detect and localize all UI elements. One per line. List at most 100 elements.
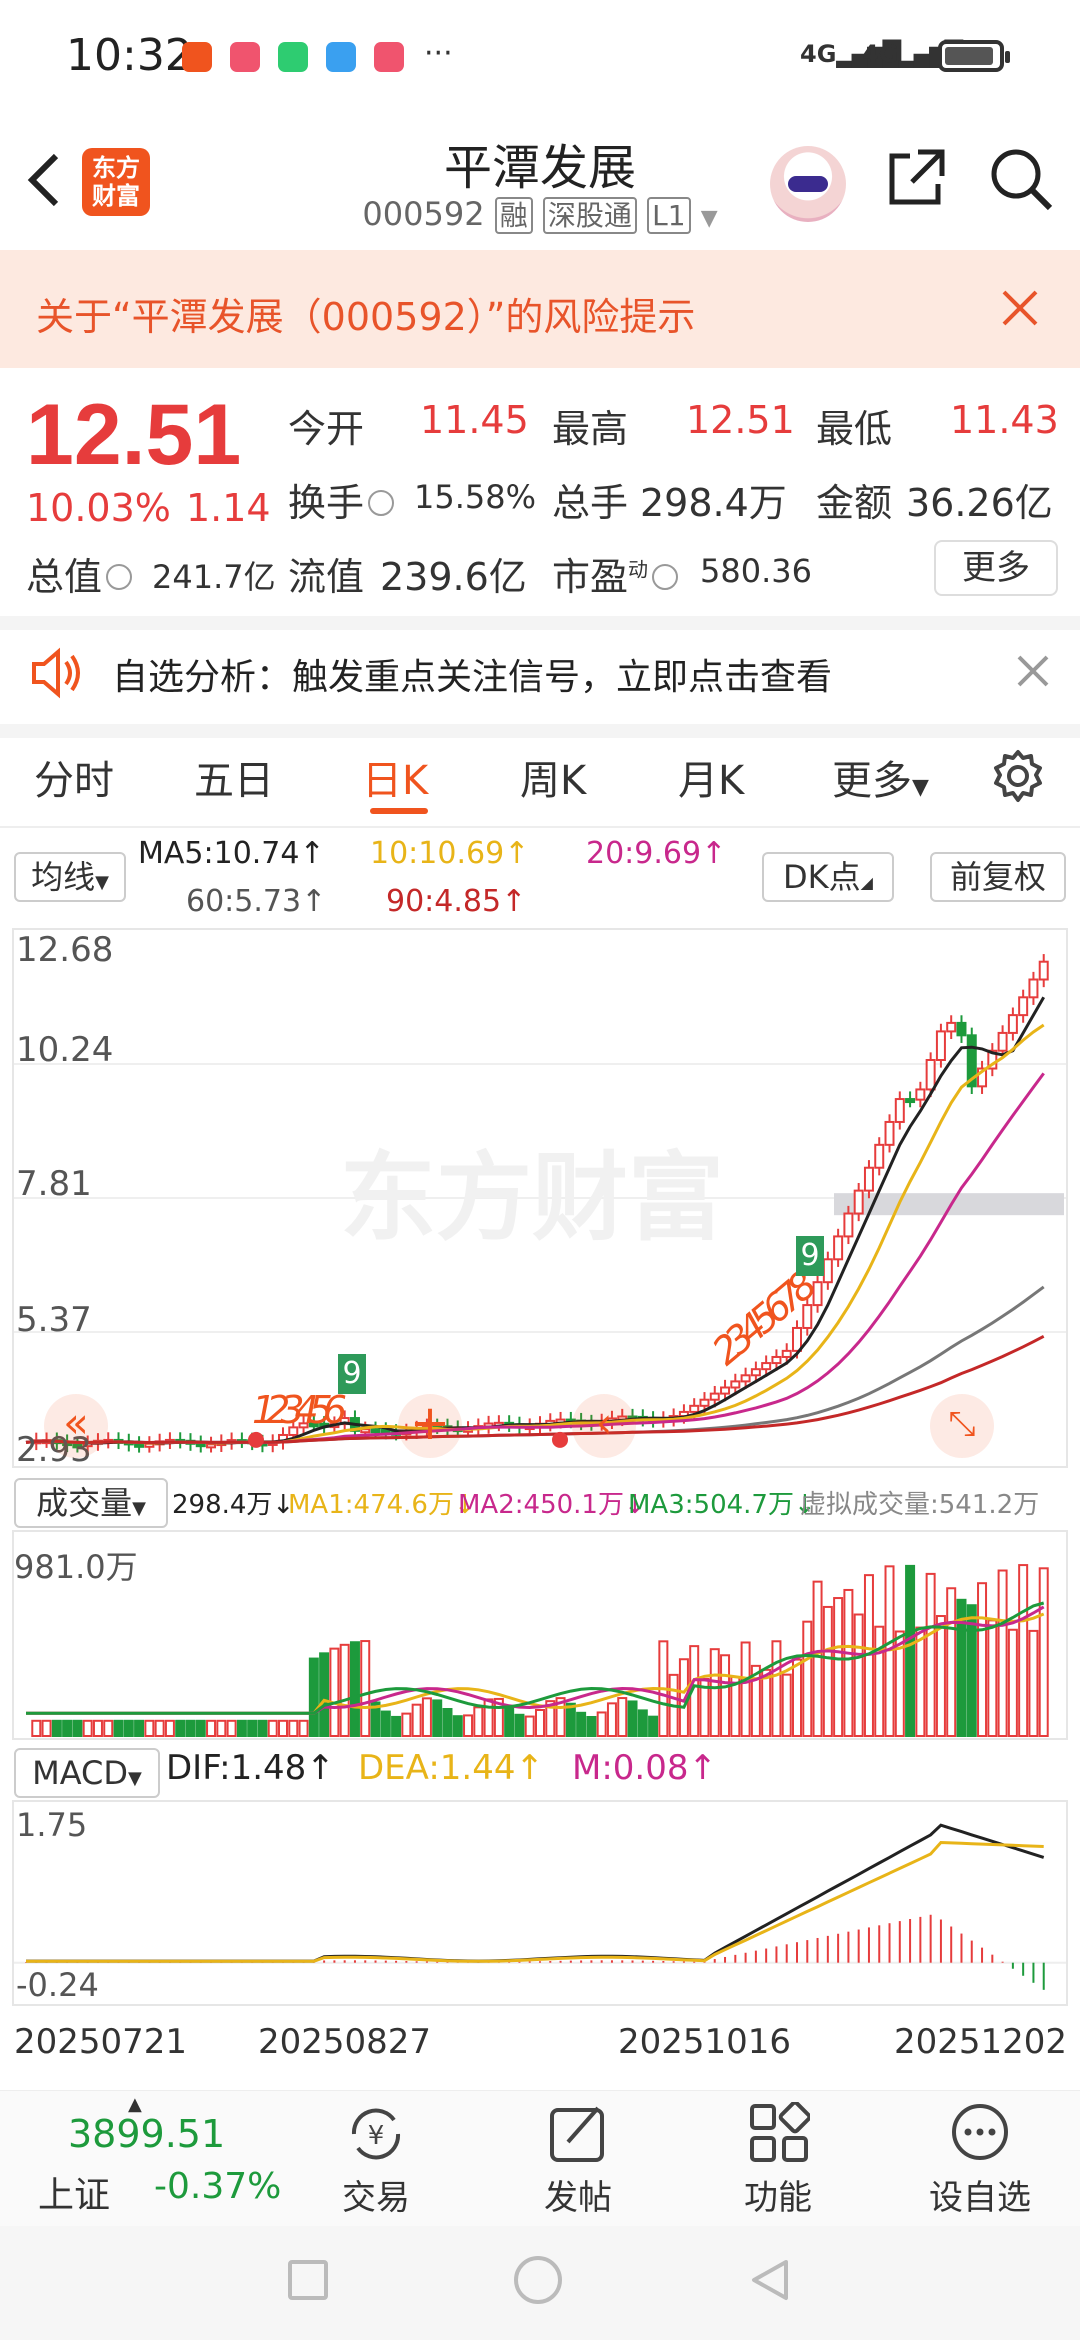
nav-post-label[interactable]: 发帖 (498, 2170, 658, 2219)
notification-icon (374, 42, 404, 72)
close-icon[interactable] (1016, 654, 1050, 688)
trade-icon[interactable]: ¥ (344, 2104, 408, 2164)
volume-bar (391, 1715, 402, 1738)
volume-bar (833, 1597, 844, 1737)
scroll-left-icon[interactable]: « (44, 1394, 108, 1458)
volume-bar (380, 1710, 391, 1737)
index-value[interactable]: 3899.51 (68, 2112, 225, 2156)
volume-bar (740, 1641, 751, 1737)
nav-add-watchlist-label[interactable]: 设自选 (900, 2170, 1060, 2219)
macd-selector[interactable]: MACD▼ (14, 1748, 160, 1798)
share-icon[interactable] (884, 146, 948, 210)
notification-icon (230, 42, 260, 72)
functions-grid-icon[interactable] (748, 2100, 812, 2164)
ma-selector[interactable]: 均线▼ (14, 852, 126, 902)
recent-apps-icon[interactable] (288, 2260, 328, 2300)
tab-more[interactable]: 更多▼ (832, 748, 929, 806)
macd-chart[interactable] (12, 1800, 1068, 2006)
mktcap-label: 总值 (26, 546, 136, 601)
tab-active-indicator (370, 808, 428, 814)
candle-body (894, 1098, 905, 1123)
post-edit-icon[interactable] (546, 2102, 610, 2164)
candle-body (884, 1120, 895, 1146)
tab-intraday[interactable]: 分时 (34, 748, 114, 806)
signal-nine-badge: 9 (796, 1236, 824, 1276)
volume-bar (925, 1572, 936, 1737)
volume-bar (267, 1719, 278, 1738)
buy-point-marker (552, 1431, 568, 1448)
more-button[interactable]: 更多 (934, 540, 1058, 596)
assistant-avatar-icon[interactable] (770, 146, 846, 222)
y-label: 12.68 (16, 930, 114, 970)
more-options-icon[interactable] (948, 2100, 1012, 2164)
candle-body (1038, 960, 1049, 981)
volume-bar (987, 1619, 998, 1737)
close-icon[interactable] (1000, 288, 1040, 328)
y-label: 5.37 (16, 1300, 92, 1340)
volume-bar (905, 1564, 916, 1737)
volume-bar (504, 1705, 515, 1737)
tag-level: L1 (647, 197, 691, 234)
volume-bar (617, 1697, 628, 1737)
index-name[interactable]: 上证 (38, 2166, 110, 2218)
tab-monthly-k[interactable]: 月K (678, 748, 744, 806)
index-change[interactable]: -0.37% (154, 2166, 281, 2207)
tab-weekly-k[interactable]: 周K (520, 748, 586, 806)
volume-bar (720, 1654, 731, 1737)
volume-bar (843, 1588, 854, 1737)
candle-body (1007, 1014, 1018, 1034)
volume-bar (771, 1640, 782, 1737)
divider (0, 724, 1080, 738)
nav-trade-label[interactable]: 交易 (296, 2170, 456, 2219)
adjust-button[interactable]: 前复权 (930, 852, 1066, 902)
volume-bar (781, 1673, 792, 1738)
ma60-line (25, 1285, 1045, 1445)
volume-bar (1028, 1629, 1039, 1737)
tab-five-day[interactable]: 五日 (194, 748, 274, 806)
volume-bar (792, 1658, 802, 1737)
step-left-icon[interactable]: ‹ (572, 1394, 636, 1458)
candle-body (946, 1021, 957, 1033)
risk-banner-text[interactable]: 关于“平潭发展（000592）”的风险提示 (36, 286, 695, 341)
info-icon[interactable] (652, 563, 679, 590)
volume-ma1: MA1:474.6万↓ (288, 1490, 476, 1520)
info-icon[interactable] (106, 563, 133, 590)
divider (0, 616, 1080, 630)
candle-body (997, 1031, 1008, 1052)
volume-bar (565, 1702, 576, 1737)
volume-bar (236, 1719, 247, 1738)
search-icon[interactable] (988, 146, 1054, 212)
volume-y-max: 981.0万 (14, 1548, 138, 1586)
tab-daily-k[interactable]: 日K (362, 748, 428, 806)
volume-bar (278, 1719, 288, 1738)
info-icon[interactable] (368, 489, 395, 516)
macd-dea: DEA:1.44↑ (358, 1748, 544, 1788)
zoom-in-icon[interactable]: + (398, 1394, 462, 1458)
volume-bar (1007, 1628, 1018, 1737)
volume-bar (421, 1697, 432, 1738)
volume-bar (606, 1702, 617, 1737)
candle-body (134, 1442, 145, 1448)
volume-bar (123, 1719, 134, 1738)
volume-bar (144, 1719, 155, 1738)
nav-functions-label[interactable]: 功能 (698, 2170, 858, 2219)
float-label: 流值 (288, 555, 365, 599)
candle-body (689, 1404, 700, 1413)
divider (0, 826, 1080, 828)
turnover-label: 换手 (288, 472, 398, 527)
expand-icon[interactable]: ⤡ (930, 1394, 994, 1458)
back-nav-icon[interactable] (746, 2256, 794, 2304)
candle-body (905, 1098, 916, 1104)
home-icon[interactable] (514, 2256, 562, 2304)
volume-bar (226, 1719, 237, 1738)
volume-chart[interactable] (12, 1530, 1068, 1740)
settings-gear-icon[interactable] (990, 748, 1046, 804)
volume-bar (175, 1719, 186, 1738)
volume-selector[interactable]: 成交量▼ (14, 1478, 168, 1528)
dk-point-button[interactable]: DK点◢ (762, 852, 894, 902)
analysis-text[interactable]: 自选分析：触发重点关注信号，立即点击查看 (112, 648, 832, 700)
candle-body (822, 1258, 833, 1284)
candle-body (853, 1189, 864, 1215)
volume-bar (1038, 1567, 1049, 1737)
volume-bar (946, 1587, 957, 1737)
